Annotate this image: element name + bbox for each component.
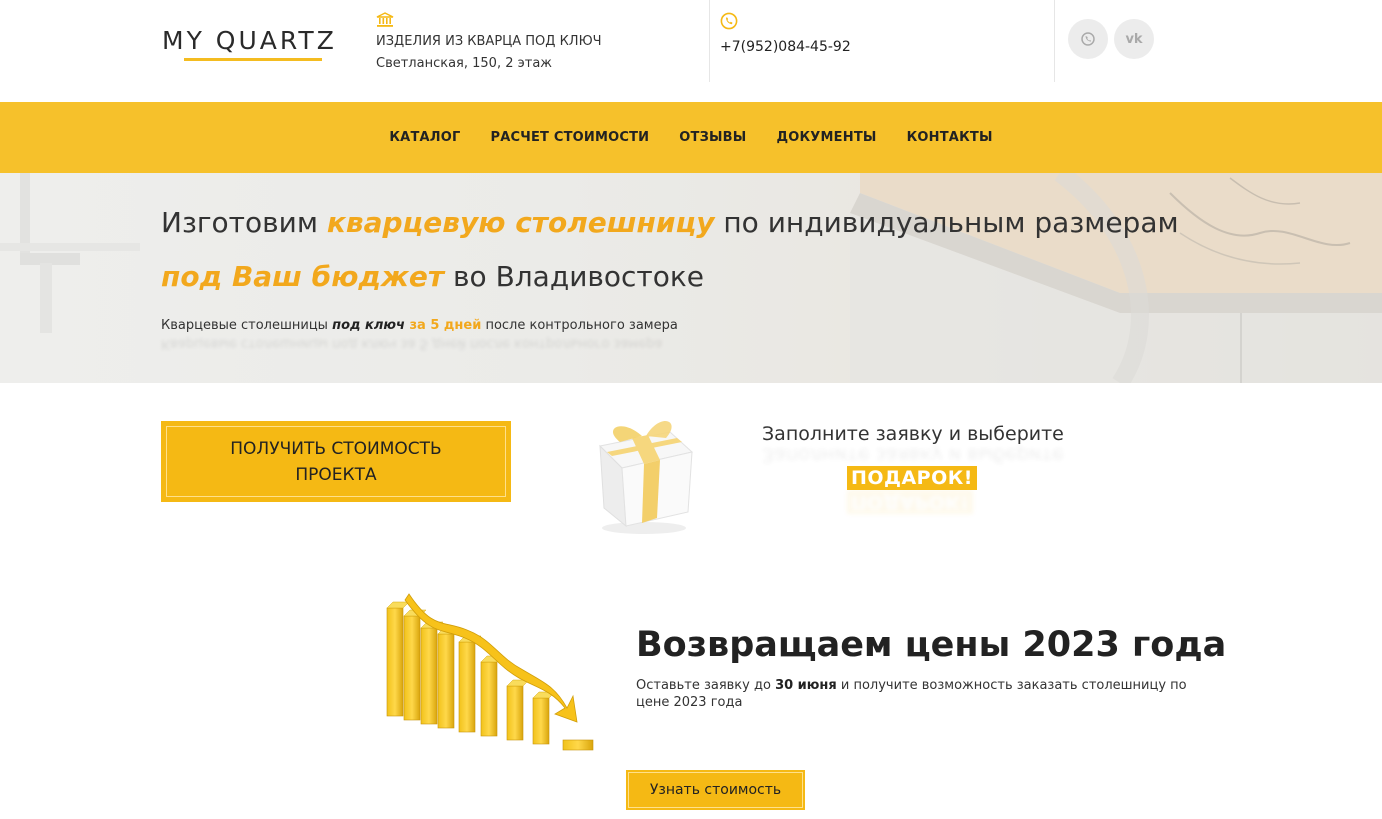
- hero-title-text: Изготовим: [161, 206, 327, 239]
- nav-item-catalog[interactable]: КАТАЛОГ: [389, 130, 460, 145]
- main-nav: КАТАЛОГ РАСЧЕТ СТОИМОСТИ ОТЗЫВЫ ДОКУМЕНТ…: [0, 102, 1382, 173]
- price-description-date: 30 июня: [775, 678, 837, 693]
- hero-subtitle: Кварцевые столешницы под ключ за 5 дней …: [161, 318, 678, 333]
- bank-icon: [376, 12, 394, 28]
- find-out-price-button[interactable]: Узнать стоимость: [626, 770, 805, 810]
- price-title: Возвращаем цены 2023 года: [636, 625, 1227, 665]
- declining-price-chart-image: [383, 590, 598, 755]
- vk-icon[interactable]: vk: [1114, 19, 1154, 59]
- nav-item-reviews[interactable]: ОТЗЫВЫ: [679, 130, 746, 145]
- price-description: Оставьте заявку до 30 июня и получите во…: [636, 677, 1196, 711]
- header-divider: [709, 0, 710, 82]
- hero-subtitle-reflection: Кварцевые столешницы под ключ за 5 дней …: [161, 336, 662, 351]
- whatsapp-icon[interactable]: [1068, 19, 1108, 59]
- nav-item-documents[interactable]: ДОКУМЕНТЫ: [776, 130, 876, 145]
- hero-title-line1: Изготовим кварцевую столешницу по индиви…: [161, 203, 1179, 243]
- logo-text: MY QUARTZ: [162, 26, 337, 55]
- hero-title-accent: кварцевую столешницу: [326, 206, 715, 239]
- get-project-price-button[interactable]: ПОЛУЧИТЬ СТОИМОСТЬ ПРОЕКТА: [161, 421, 511, 502]
- gift-box-icon: [582, 408, 712, 538]
- phone-block: +7(952)084-45-92: [720, 12, 851, 55]
- phone-number[interactable]: +7(952)084-45-92: [720, 39, 851, 55]
- hero-title-line2: под Ваш бюджет во Владивостоке: [161, 257, 704, 297]
- hero-title-text: во Владивостоке: [444, 260, 705, 293]
- logo[interactable]: MY QUARTZ: [162, 26, 344, 62]
- reflection-text: за 5 дней: [396, 336, 466, 351]
- site-header: MY QUARTZ ИЗДЕЛИЯ ИЗ КВАРЦА ПОД КЛЮЧ Све…: [0, 0, 1382, 102]
- gift-badge: ПОДАРОК!: [847, 466, 977, 490]
- company-tagline: ИЗДЕЛИЯ ИЗ КВАРЦА ПОД КЛЮЧ: [376, 34, 602, 49]
- hero-title-text: по индивидуальным размерам: [714, 206, 1179, 239]
- vk-icon-glyph: vk: [1125, 31, 1143, 47]
- hero-subtitle-text: Кварцевые столешницы: [161, 318, 333, 333]
- reflection-text: Кварцевые столешницы: [161, 336, 333, 351]
- price-description-text: Оставьте заявку до: [636, 678, 776, 693]
- nav-item-contacts[interactable]: КОНТАКТЫ: [907, 130, 993, 145]
- header-divider: [1054, 0, 1055, 82]
- company-address: Светланская, 150, 2 этаж: [376, 56, 553, 71]
- hero-banner: Изготовим кварцевую столешницу по индиви…: [0, 173, 1382, 383]
- gift-text: Заполните заявку и выберите: [762, 423, 1064, 445]
- logo-underline: [184, 58, 322, 61]
- nav-item-price-calc[interactable]: РАСЧЕТ СТОИМОСТИ: [491, 130, 650, 145]
- hero-title-accent: под Ваш бюджет: [161, 260, 445, 293]
- phone-icon: [720, 12, 851, 34]
- company-info: ИЗДЕЛИЯ ИЗ КВАРЦА ПОД КЛЮЧ Светланская, …: [376, 12, 602, 71]
- hero-subtitle-text: после контрольного замера: [481, 318, 678, 333]
- gift-text-reflection: Заполните заявку и выберите: [762, 444, 1064, 466]
- gift-badge-reflection: ПОДАРОК!: [847, 490, 973, 514]
- hero-subtitle-orange: за 5 дней: [404, 318, 482, 333]
- cta-button-line2: ПРОЕКТА: [295, 464, 377, 485]
- hero-subtitle-bold: под ключ: [332, 318, 405, 333]
- reflection-text: под ключ: [332, 336, 397, 351]
- cta-button-line1: ПОЛУЧИТЬ СТОИМОСТЬ: [230, 438, 442, 459]
- reflection-text: после контрольного замера: [465, 336, 663, 351]
